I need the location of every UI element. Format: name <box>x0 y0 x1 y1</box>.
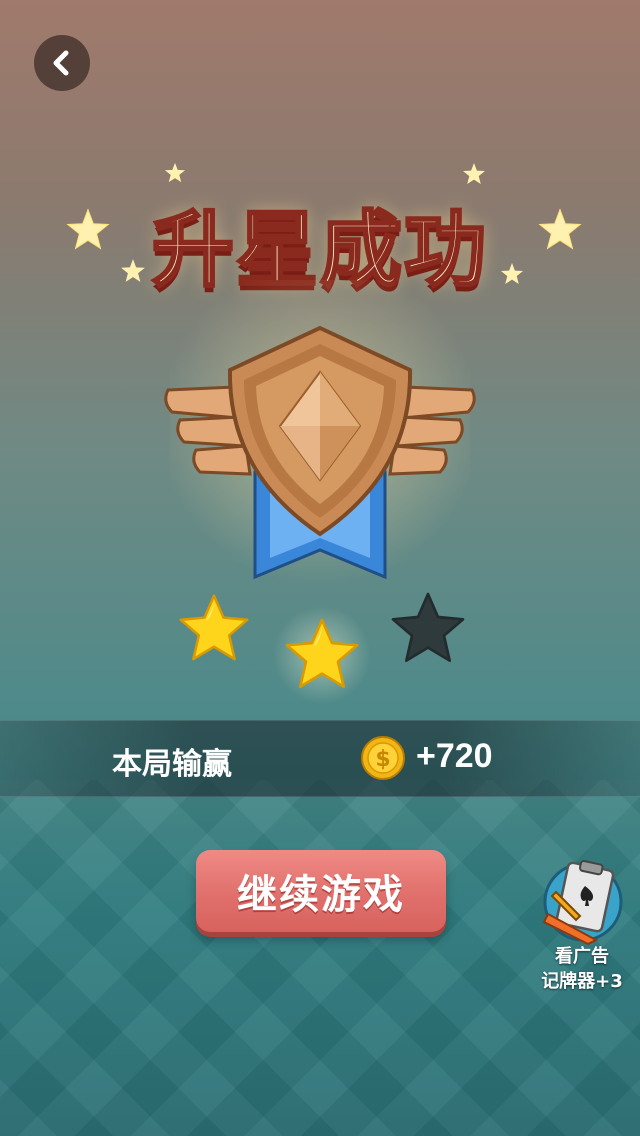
sparkle-star-icon <box>463 163 485 184</box>
result-bar: 本局输赢 $ +720 <box>0 720 640 797</box>
star-empty-icon <box>391 592 465 662</box>
star-filled-icon <box>179 594 249 661</box>
result-label: 本局输赢 <box>112 747 232 782</box>
bronze-badge-icon <box>164 325 476 580</box>
back-button[interactable] <box>34 35 90 91</box>
ad-line2: 记牌器+3 <box>541 971 623 992</box>
sparkle-star-icon <box>164 162 186 183</box>
gold-coin-icon: $ <box>361 736 405 780</box>
continue-game-label: 继续游戏 <box>237 872 405 918</box>
star-filled-icon <box>285 618 359 688</box>
chevron-left-icon <box>53 50 69 76</box>
sparkle-star-icon <box>121 259 145 282</box>
sparkle-star-icon <box>501 263 523 284</box>
result-value: +720 <box>416 737 493 775</box>
card-counter-clipboard-icon <box>542 860 623 946</box>
sparkle-star-icon <box>66 208 110 250</box>
svg-text:$: $ <box>375 747 390 772</box>
ad-line1: 看广告 <box>555 946 609 967</box>
watch-ad-label: 看广告 记牌器+3 <box>530 944 634 994</box>
star-rating <box>0 585 640 715</box>
watch-ad-card-counter-button[interactable]: 看广告 记牌器+3 <box>530 852 634 997</box>
continue-game-button[interactable]: 继续游戏 <box>196 850 446 932</box>
sparkle-star-icon <box>538 208 582 250</box>
